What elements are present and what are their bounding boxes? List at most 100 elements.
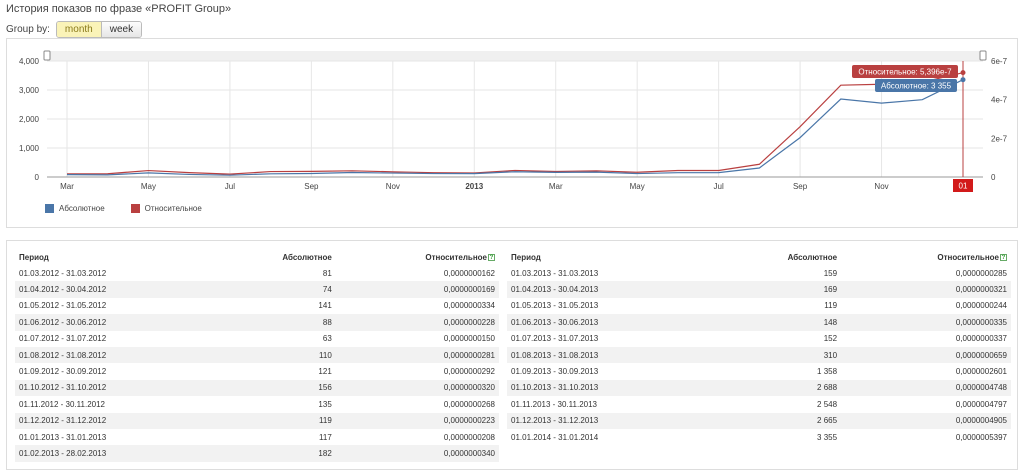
legend-label-absolute: Абсолютное [59,204,105,213]
cell-period: 01.09.2012 - 30.09.2012 [19,367,107,377]
cell-period: 01.08.2012 - 31.08.2012 [15,346,216,364]
table-row: 01.06.2012 - 30.06.2012 88 0,0000000228 [15,314,499,331]
cell-absolute: 169 [715,281,842,298]
cell-absolute: 110 [215,346,336,364]
navigator-handle-left [43,50,51,61]
table-row: 01.01.2014 - 31.01.2014 3 355 0,0000005397 [507,429,1011,445]
data-table-panel: Период Абсолютное Относительное? 01.03.2… [6,240,1018,470]
table-row: 01.06.2013 - 30.06.2013 148 0,0000000335 [507,314,1011,331]
table-body-right: 01.03.2013 - 31.03.2013 159 0,0000000285 01… [507,265,1011,445]
cell-period: 01.02.2013 - 28.02.2013 [15,445,216,462]
cell-relative: 0,0000004748 [841,379,1011,397]
cell-period: 01.12.2012 - 31.12.2012 [15,412,216,429]
x-tick-label: Jul [714,182,724,191]
table-row: 01.04.2012 - 30.04.2012 74 0,0000000169 [15,281,499,298]
table-row: 01.05.2013 - 31.05.2013 119 0,0000000244 [507,298,1011,314]
history-line-chart: 4,000 3,000 2,000 1,000 0 6e-7 4e-7 2e-7 0 Mar May… [19,50,1008,192]
column-header-relative: Относительное? [841,249,1011,265]
cell-period: 01.01.2014 - 31.01.2014 [511,432,599,442]
cell-relative: 0,0000000340 [335,445,499,462]
tooltip-absolute: Абсолютное: 3 355 [881,82,952,91]
cell-absolute: 152 [823,334,838,344]
cell-absolute: 81 [322,268,332,278]
table-body-left: 01.03.2012 - 31.03.2012 81 0,0000000162 01.… [15,265,499,462]
column-header-period: Период [511,252,541,262]
cell-period: 01.01.2013 - 31.01.2013 [19,432,107,442]
cell-relative: 0,0000004905 [841,412,1011,429]
table-row: 01.11.2013 - 30.11.2013 2 548 0,0000004797 [507,396,1011,412]
cell-period: 01.05.2013 - 31.05.2013 [511,301,599,311]
cell-period: 01.10.2012 - 31.10.2012 [15,379,216,397]
cell-absolute: 117 [319,432,332,442]
y-left-tick-label: 1,000 [19,144,40,153]
cell-period: 01.12.2013 - 31.12.2013 [507,412,716,429]
x-tick-label: Sep [304,182,319,191]
y-right-tick-label: 2e-7 [991,134,1008,143]
x-tick-label: Nov [386,182,400,191]
cell-period: 01.03.2013 - 31.03.2013 [511,268,599,278]
cell-relative: 0,0000004797 [955,399,1007,409]
cell-absolute: 63 [322,334,332,344]
table-row: 01.04.2013 - 30.04.2013 169 0,0000000321 [507,281,1011,298]
cell-relative: 0,0000000659 [841,346,1011,364]
y-right-tick-label: 6e-7 [991,57,1008,66]
history-table-right: Период Абсолютное Относительное? 01.03.2… [507,249,1011,445]
y-left-tick-label: 2,000 [19,115,40,124]
cell-relative: 0,0000000334 [443,301,495,311]
table-row: 01.07.2013 - 31.07.2013 152 0,0000000337 [507,331,1011,347]
cell-absolute: 156 [215,379,336,397]
x-tick-label: Mar [60,182,74,191]
y-right-tick-label: 0 [991,173,996,182]
help-icon[interactable]: ? [488,253,495,261]
cell-absolute: 74 [215,281,336,298]
column-header-absolute: Абсолютное [282,252,332,262]
cell-relative: 0,0000000337 [955,334,1007,344]
table-header-row: Период Абсолютное Относительное? [15,249,499,265]
group-by-toggle: month week [55,21,143,38]
cell-absolute: 121 [318,367,332,377]
cell-absolute: 1 358 [817,367,838,377]
table-row: 01.03.2012 - 31.03.2012 81 0,0000000162 [15,265,499,281]
table-row: 01.10.2013 - 31.10.2013 2 688 0,0000004748 [507,379,1011,397]
column-header-period: Период [19,252,49,262]
cell-period: 01.11.2013 - 30.11.2013 [511,399,597,409]
table-row: 01.11.2012 - 30.11.2012 135 0,0000000268 [15,396,499,412]
table-row: 01.12.2012 - 31.12.2012 119 0,0000000223 [15,412,499,429]
table-row: 01.07.2012 - 31.07.2012 63 0,0000000150 [15,331,499,347]
cell-period: 01.09.2013 - 30.09.2013 [511,367,599,377]
group-by-month-button[interactable]: month [56,22,101,37]
cell-relative: 0,0000000169 [335,281,499,298]
cell-absolute: 141 [318,301,332,311]
y-left-tick-label: 0 [35,173,40,182]
navigator-band [47,51,983,61]
legend-item-relative[interactable]: Относительное [130,204,202,213]
table-row: 01.08.2013 - 31.08.2013 310 0,0000000659 [507,346,1011,364]
table-header-row: Период Абсолютное Относительное? [507,249,1011,265]
x-tick-label: 2013 [465,182,483,191]
cell-period: 01.08.2013 - 31.08.2013 [507,346,716,364]
cell-absolute: 3 355 [817,432,838,442]
cell-relative: 0,0000000150 [443,334,495,344]
column-header-relative: Относительное? [336,249,499,265]
legend-swatch-absolute [45,204,54,213]
cell-absolute: 2 688 [715,379,842,397]
x-tick-label: May [141,182,156,191]
cell-period: 01.11.2012 - 30.11.2012 [19,399,105,409]
group-by-week-button[interactable]: week [100,22,142,37]
cell-relative: 0,0000000223 [335,412,499,429]
table-row: 01.09.2013 - 30.09.2013 1 358 0,0000002601 [507,363,1011,379]
table-row: 01.08.2012 - 31.08.2012 110 0,0000000281 [15,346,499,364]
column-header-relative-label: Относительное [937,252,999,262]
chart-legend: Абсолютное Относительное [45,204,228,213]
history-table-left: Период Абсолютное Относительное? 01.03.2… [15,249,499,462]
x-tick-label: May [630,182,645,191]
cell-relative: 0,0000000335 [841,314,1011,331]
help-icon[interactable]: ? [1000,253,1007,261]
cell-period: 01.04.2013 - 30.04.2013 [507,281,716,298]
cell-period: 01.07.2012 - 31.07.2012 [19,334,107,344]
cell-relative: 0,0000000285 [955,268,1007,278]
page-title: История показов по фразе «PROFIT Group» [6,3,232,15]
group-by-label: Group by: [6,24,50,35]
cell-absolute: 119 [824,301,838,311]
legend-item-absolute[interactable]: Абсолютное [45,204,105,213]
